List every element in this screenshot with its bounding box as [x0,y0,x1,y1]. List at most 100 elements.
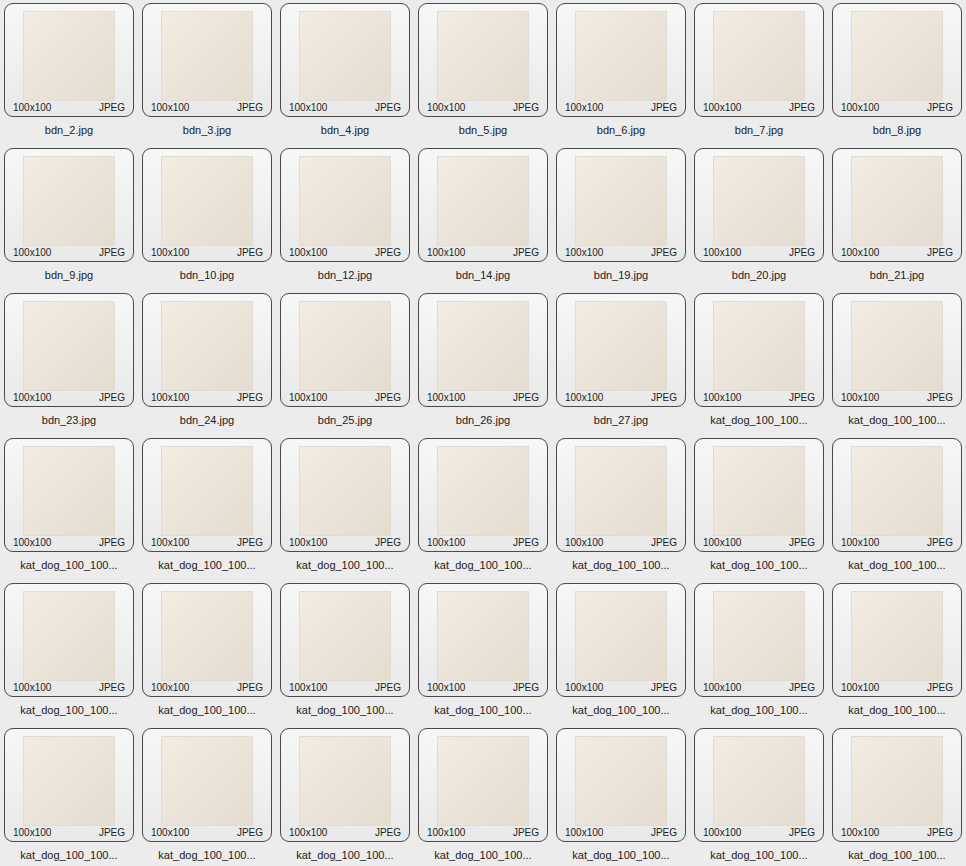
file-item[interactable]: 100x100JPEGbdn_25.jpg [280,293,410,431]
file-item[interactable]: 100x100JPEGkat_dog_100_100... [694,583,824,721]
file-item[interactable]: 100x100JPEGbdn_9.jpg [4,148,134,286]
file-item[interactable]: 100x100JPEGbdn_6.jpg [556,3,686,141]
thumbnail-tile[interactable]: 100x100JPEG [556,583,686,697]
file-item[interactable]: 100x100JPEGbdn_8.jpg [832,3,962,141]
file-name: kat_dog_100_100... [416,848,550,862]
thumbnail-tile[interactable]: 100x100JPEG [832,583,962,697]
file-item[interactable]: 100x100JPEG kat_dog_100_100... [142,583,272,721]
file-item[interactable]: 100x100JPEGkat_dog_100_100... [556,728,686,866]
thumbnail-tile[interactable]: 100x100JPEG [556,3,686,117]
file-item[interactable]: 100x100JPEGbdn_27.jpg [556,293,686,431]
file-item[interactable]: 100x100JPEGkat_dog_100_100... [280,583,410,721]
file-item[interactable]: 100x100JPEGkat_dog_100_100... [4,583,134,721]
thumbnail-tile[interactable]: 100x100JPEG [418,3,548,117]
file-item[interactable]: 100x100JPEGkat_dog_100_100... [418,583,548,721]
thumbnail-tile[interactable]: 100x100JPEG [4,293,134,407]
thumbnail-tile[interactable]: 100x100JPEG [142,3,272,117]
file-item[interactable]: 100x100JPEGbdn_19.jpg [556,148,686,286]
thumbnail-tile[interactable]: 100x100JPEG [694,148,824,262]
thumbnail-image [575,156,667,246]
file-item[interactable]: 100x100JPEGkat_dog_100_100... [280,728,410,866]
file-item[interactable]: 100x100JPEGbdn_4.jpg [280,3,410,141]
file-item[interactable]: 100x100JPEGbdn_26.jpg [418,293,548,431]
file-item[interactable]: 100x100JPEGkat_dog_100_100... [418,438,548,576]
thumbnail-tile[interactable]: 100x100JPEG [280,148,410,262]
file-meta: 100x100JPEG [701,392,817,404]
thumbnail-tile[interactable]: 100x100JPEG [418,728,548,842]
thumbnail-tile[interactable]: 100x100JPEG [418,583,548,697]
thumbnail-tile[interactable]: 100x100JPEG [4,438,134,552]
image-size: 100x100 [151,682,189,694]
thumbnail-tile[interactable]: 100x100JPEG [280,438,410,552]
file-item[interactable]: 100x100JPEGbdn_12.jpg [280,148,410,286]
thumbnail-tile[interactable]: 100x100JPEG [556,728,686,842]
file-item[interactable]: 100x100JPEGkat_dog_100_100... [832,293,962,431]
file-item[interactable]: 100x100JPEGbdn_10.jpg [142,148,272,286]
file-item[interactable]: 100x100JPEGbdn_7.jpg [694,3,824,141]
thumbnail-tile[interactable]: 100x100JPEG [280,293,410,407]
thumbnail-tile[interactable]: 100x100JPEG [4,583,134,697]
thumbnail-tile[interactable]: 100x100JPEG [832,293,962,407]
file-item[interactable]: 100x100JPEGkat_dog_100_100... [694,438,824,576]
image-format: JPEG [651,827,677,839]
thumbnail-tile[interactable]: 100x100JPEG [556,148,686,262]
file-item[interactable]: 100x100JPEGbdn_14.jpg [418,148,548,286]
file-meta: 100x100JPEG [287,827,403,839]
thumbnail-tile[interactable]: 100x100JPEG [694,3,824,117]
file-item[interactable]: 100x100JPEGkat_dog_100_100... [4,438,134,576]
file-item[interactable]: 100x100JPEGkat_dog_100_100... [4,728,134,866]
thumbnail-tile[interactable]: 100x100JPEG [418,293,548,407]
file-item[interactable]: 100x100JPEG kat_dog_100_100... [418,728,548,866]
thumbnail-tile[interactable]: 100x100JPEG [280,3,410,117]
image-format: JPEG [513,682,539,694]
thumbnail-tile[interactable]: 100x100JPEG [142,438,272,552]
file-name: kat_dog_100_100... [140,703,274,717]
thumbnail-tile[interactable]: 100x100JPEG [832,438,962,552]
file-item[interactable]: 100x100JPEGbdn_21.jpg [832,148,962,286]
thumbnail-tile[interactable]: 100x100JPEG [142,148,272,262]
file-item[interactable]: 100x100JPEGkat_dog_100_100... [280,438,410,576]
thumbnail-tile[interactable]: 100x100JPEG [832,148,962,262]
thumbnail-tile[interactable]: 100x100JPEG [832,728,962,842]
file-item[interactable]: 100x100JPEGbdn_3.jpg [142,3,272,141]
thumbnail-tile[interactable]: 100x100JPEG [280,728,410,842]
thumbnail-image [23,591,115,681]
thumbnail-tile[interactable]: 100x100JPEG [832,3,962,117]
file-item[interactable]: 100x100JPEGbdn_20.jpg [694,148,824,286]
thumbnail-tile[interactable]: 100x100JPEG [4,728,134,842]
thumbnail-tile[interactable]: 100x100JPEG [694,583,824,697]
thumbnail-tile[interactable]: 100x100JPEG [694,728,824,842]
thumbnail-tile[interactable]: 100x100JPEG [418,148,548,262]
thumbnail-tile[interactable]: 100x100JPEG [556,293,686,407]
file-item[interactable]: 100x100JPEGkat_dog_100_100... [694,293,824,431]
thumbnail-tile[interactable]: 100x100JPEG [556,438,686,552]
file-meta: 100x100JPEG [425,827,541,839]
image-size: 100x100 [841,682,879,694]
file-item[interactable]: 100x100JPEGbdn_24.jpg [142,293,272,431]
thumbnail-tile[interactable]: 100x100JPEG [694,438,824,552]
file-item[interactable]: 100x100JPEGbdn_5.jpg [418,3,548,141]
thumbnail-image [851,591,943,681]
file-item[interactable]: 100x100JPEGkat_dog_100_100... [832,583,962,721]
file-item[interactable]: 100x100JPEGkat_dog_100_100... [142,438,272,576]
file-item[interactable]: 100x100JPEGkat_dog_100_100... [832,728,962,866]
thumbnail-tile[interactable]: 100x100JPEG [4,148,134,262]
image-size: 100x100 [703,682,741,694]
thumbnail-tile[interactable]: 100x100JPEG [142,728,272,842]
image-format: JPEG [375,392,401,404]
file-item[interactable]: 100x100JPEGkat_dog_100_100... [142,728,272,866]
image-format: JPEG [375,682,401,694]
thumbnail-tile[interactable]: 100x100JPEG [280,583,410,697]
thumbnail-tile[interactable]: 100x100JPEG [142,293,272,407]
thumbnail-tile[interactable]: 100x100JPEG [418,438,548,552]
file-item[interactable]: 100x100JPEGkat_dog_100_100... [832,438,962,576]
file-item[interactable]: 100x100JPEGbdn_2.jpg [4,3,134,141]
thumbnail-tile[interactable]: 100x100JPEG [142,583,272,697]
file-item[interactable]: 100x100JPEGbdn_23.jpg [4,293,134,431]
file-item[interactable]: 100x100JPEGkat_dog_100_100... [556,438,686,576]
file-meta: 100x100JPEG [425,537,541,549]
thumbnail-tile[interactable]: 100x100JPEG [4,3,134,117]
file-item[interactable]: 100x100JPEGkat_dog_100_100... [694,728,824,866]
file-item[interactable]: 100x100JPEGkat_dog_100_100... [556,583,686,721]
thumbnail-tile[interactable]: 100x100JPEG [694,293,824,407]
